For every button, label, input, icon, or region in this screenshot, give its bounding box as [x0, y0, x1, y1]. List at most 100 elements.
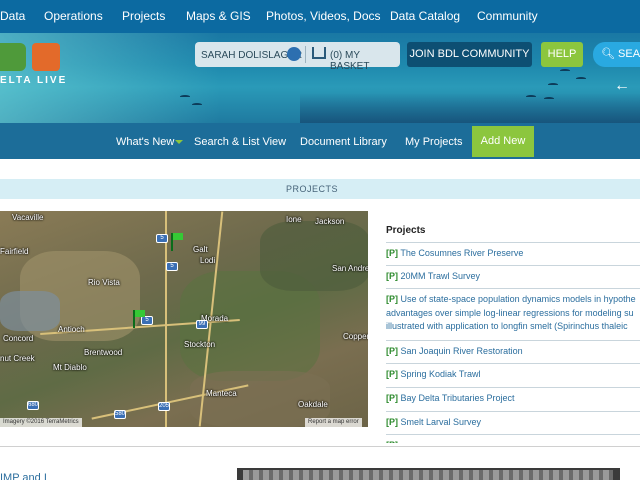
- map-place-label: Fairfield: [0, 247, 29, 256]
- back-arrow-icon[interactable]: ←: [614, 77, 630, 95]
- bird-silhouette-icon: [192, 103, 202, 106]
- top-navigation-bar: Data Operations Projects Maps & GIS Phot…: [0, 0, 640, 33]
- highway-shield-icon: 5: [141, 316, 153, 325]
- project-list-item[interactable]: [P]: [386, 434, 640, 443]
- map-place-label: Oakdale: [298, 400, 328, 409]
- map-place-label: Ione: [286, 215, 302, 224]
- project-list-item[interactable]: [P] Use of state-space population dynami…: [386, 288, 640, 334]
- nav-item-data[interactable]: Data: [0, 9, 25, 23]
- map-terrain: [260, 221, 368, 291]
- bird-silhouette-icon: [526, 95, 536, 98]
- divider: [0, 446, 640, 447]
- map-place-label: nut Creek: [0, 354, 35, 363]
- highway-shield-icon: 205: [158, 402, 170, 411]
- map-road: [165, 211, 167, 427]
- highway-shield-icon: 5: [166, 262, 178, 271]
- subnav-whats-new[interactable]: What's New: [116, 136, 174, 148]
- map-place-label: Galt: [193, 245, 208, 254]
- project-tag: [P]: [386, 393, 398, 403]
- map-attribution: Imagery ©2016 TerraMetrics: [0, 418, 82, 427]
- subnav-search-list-view[interactable]: Search & List View: [194, 136, 286, 148]
- user-account-box: SARAH DOLISLAGER (0) MY BASKET: [195, 42, 400, 72]
- section-title: PROJECTS: [285, 184, 338, 194]
- project-list: [P] The Cosumnes River Preserve [P] 20MM…: [386, 239, 640, 443]
- project-title[interactable]: San Joaquin River Restoration: [401, 346, 523, 356]
- subnav-document-library[interactable]: Document Library: [300, 136, 387, 148]
- map-place-label: Rio Vista: [88, 278, 120, 287]
- help-button[interactable]: HELP: [541, 42, 583, 67]
- join-community-button[interactable]: JOIN BDL COMMUNITY: [407, 42, 532, 67]
- project-tag: [P]: [386, 369, 398, 379]
- basket-link[interactable]: (0) MY BASKET: [330, 50, 400, 72]
- nav-item-projects[interactable]: Projects: [122, 9, 165, 23]
- leaf-logo-icon[interactable]: [0, 43, 26, 71]
- nav-item-photos-videos-docs[interactable]: Photos, Videos, Docs: [266, 9, 381, 23]
- map-place-label: Mt Diablo: [53, 363, 87, 372]
- feature-image-content: [243, 470, 613, 480]
- project-tag: [P]: [386, 294, 398, 304]
- project-title[interactable]: Smelt Larval Survey: [401, 417, 482, 427]
- map-place-label: Copperc: [343, 332, 368, 341]
- subnav-my-projects[interactable]: My Projects: [405, 136, 462, 148]
- map-place-label: Lodi: [200, 256, 216, 265]
- map-place-label: Concord: [3, 334, 34, 343]
- highway-shield-icon: 680: [27, 401, 39, 410]
- report-map-error-link[interactable]: Report a map error: [305, 418, 362, 427]
- logo-text[interactable]: ELTA LIVE: [0, 75, 67, 86]
- project-tag: [P]: [386, 440, 398, 443]
- nav-item-community[interactable]: Community: [477, 9, 538, 23]
- highway-shield-icon: 580: [114, 410, 126, 419]
- bottom-feature-link[interactable]: IMP and I: [0, 472, 47, 480]
- project-title[interactable]: The Cosumnes River Preserve: [400, 248, 523, 258]
- project-title[interactable]: Bay Delta Tributaries Project: [401, 393, 515, 403]
- site-banner: ELTA LIVE SARAH DOLISLAGER (0) MY BASKET…: [0, 33, 640, 123]
- bird-silhouette-icon: [544, 97, 554, 100]
- nav-item-operations[interactable]: Operations: [44, 9, 103, 23]
- project-tag: [P]: [386, 417, 398, 427]
- highway-shield-icon: 99: [196, 320, 208, 329]
- nav-item-data-catalog[interactable]: Data Catalog: [390, 9, 460, 23]
- project-marker-flag-icon[interactable]: [135, 310, 145, 317]
- map-place-label: Manteca: [206, 389, 237, 398]
- secondary-navigation-bar: What's New Search & List View Document L…: [0, 123, 640, 159]
- project-map[interactable]: Vacaville Fairfield Rio Vista Antioch Co…: [0, 211, 368, 427]
- map-place-label: Vacaville: [12, 213, 44, 222]
- highway-shield-icon: 5: [156, 234, 168, 243]
- project-tag: [P]: [386, 271, 398, 281]
- map-place-label: Brentwood: [84, 348, 123, 357]
- divider: [305, 46, 306, 63]
- map-place-label: Jackson: [315, 217, 345, 226]
- search-button-label: SEAR: [618, 48, 640, 60]
- bird-silhouette-icon: [560, 69, 570, 72]
- project-list-item[interactable]: [P] Bay Delta Tributaries Project: [386, 387, 640, 406]
- project-title[interactable]: Spring Kodiak Trawl: [401, 369, 481, 379]
- project-tag: [P]: [386, 248, 398, 258]
- map-place-label: Stockton: [184, 340, 216, 349]
- project-list-item[interactable]: [P] Smelt Larval Survey: [386, 411, 640, 430]
- search-button[interactable]: 🔍︎ SEAR: [593, 42, 640, 67]
- map-water: [0, 291, 60, 331]
- bird-silhouette-icon: [548, 83, 558, 86]
- bird-logo-icon[interactable]: [32, 43, 60, 71]
- map-place-label: Antioch: [58, 325, 85, 334]
- basket-icon[interactable]: [312, 47, 326, 59]
- bird-silhouette-icon: [180, 95, 190, 98]
- project-list-item[interactable]: [P] Spring Kodiak Trawl: [386, 363, 640, 382]
- project-title-continued[interactable]: advantages over simple log-linear regres…: [386, 308, 634, 318]
- gear-icon[interactable]: [287, 47, 301, 61]
- project-list-item[interactable]: [P] 20MM Trawl Survey: [386, 265, 640, 284]
- project-list-item[interactable]: [P] San Joaquin River Restoration: [386, 340, 640, 359]
- project-marker-flag-icon[interactable]: [173, 233, 183, 240]
- project-title[interactable]: 20MM Trawl Survey: [401, 271, 481, 281]
- bird-silhouette-icon: [576, 77, 586, 80]
- project-title-continued[interactable]: illustrated with application to longfin …: [386, 321, 628, 331]
- nav-item-maps-gis[interactable]: Maps & GIS: [186, 9, 251, 23]
- project-list-item[interactable]: [P] The Cosumnes River Preserve: [386, 242, 640, 261]
- add-new-button[interactable]: Add New: [472, 126, 534, 157]
- project-tag: [P]: [386, 346, 398, 356]
- map-place-label: San Andreas: [332, 264, 368, 273]
- chevron-down-icon[interactable]: [175, 140, 183, 144]
- projects-heading: Projects: [386, 225, 426, 236]
- banner-water: [300, 93, 640, 123]
- project-title[interactable]: Use of state-space population dynamics m…: [401, 294, 636, 304]
